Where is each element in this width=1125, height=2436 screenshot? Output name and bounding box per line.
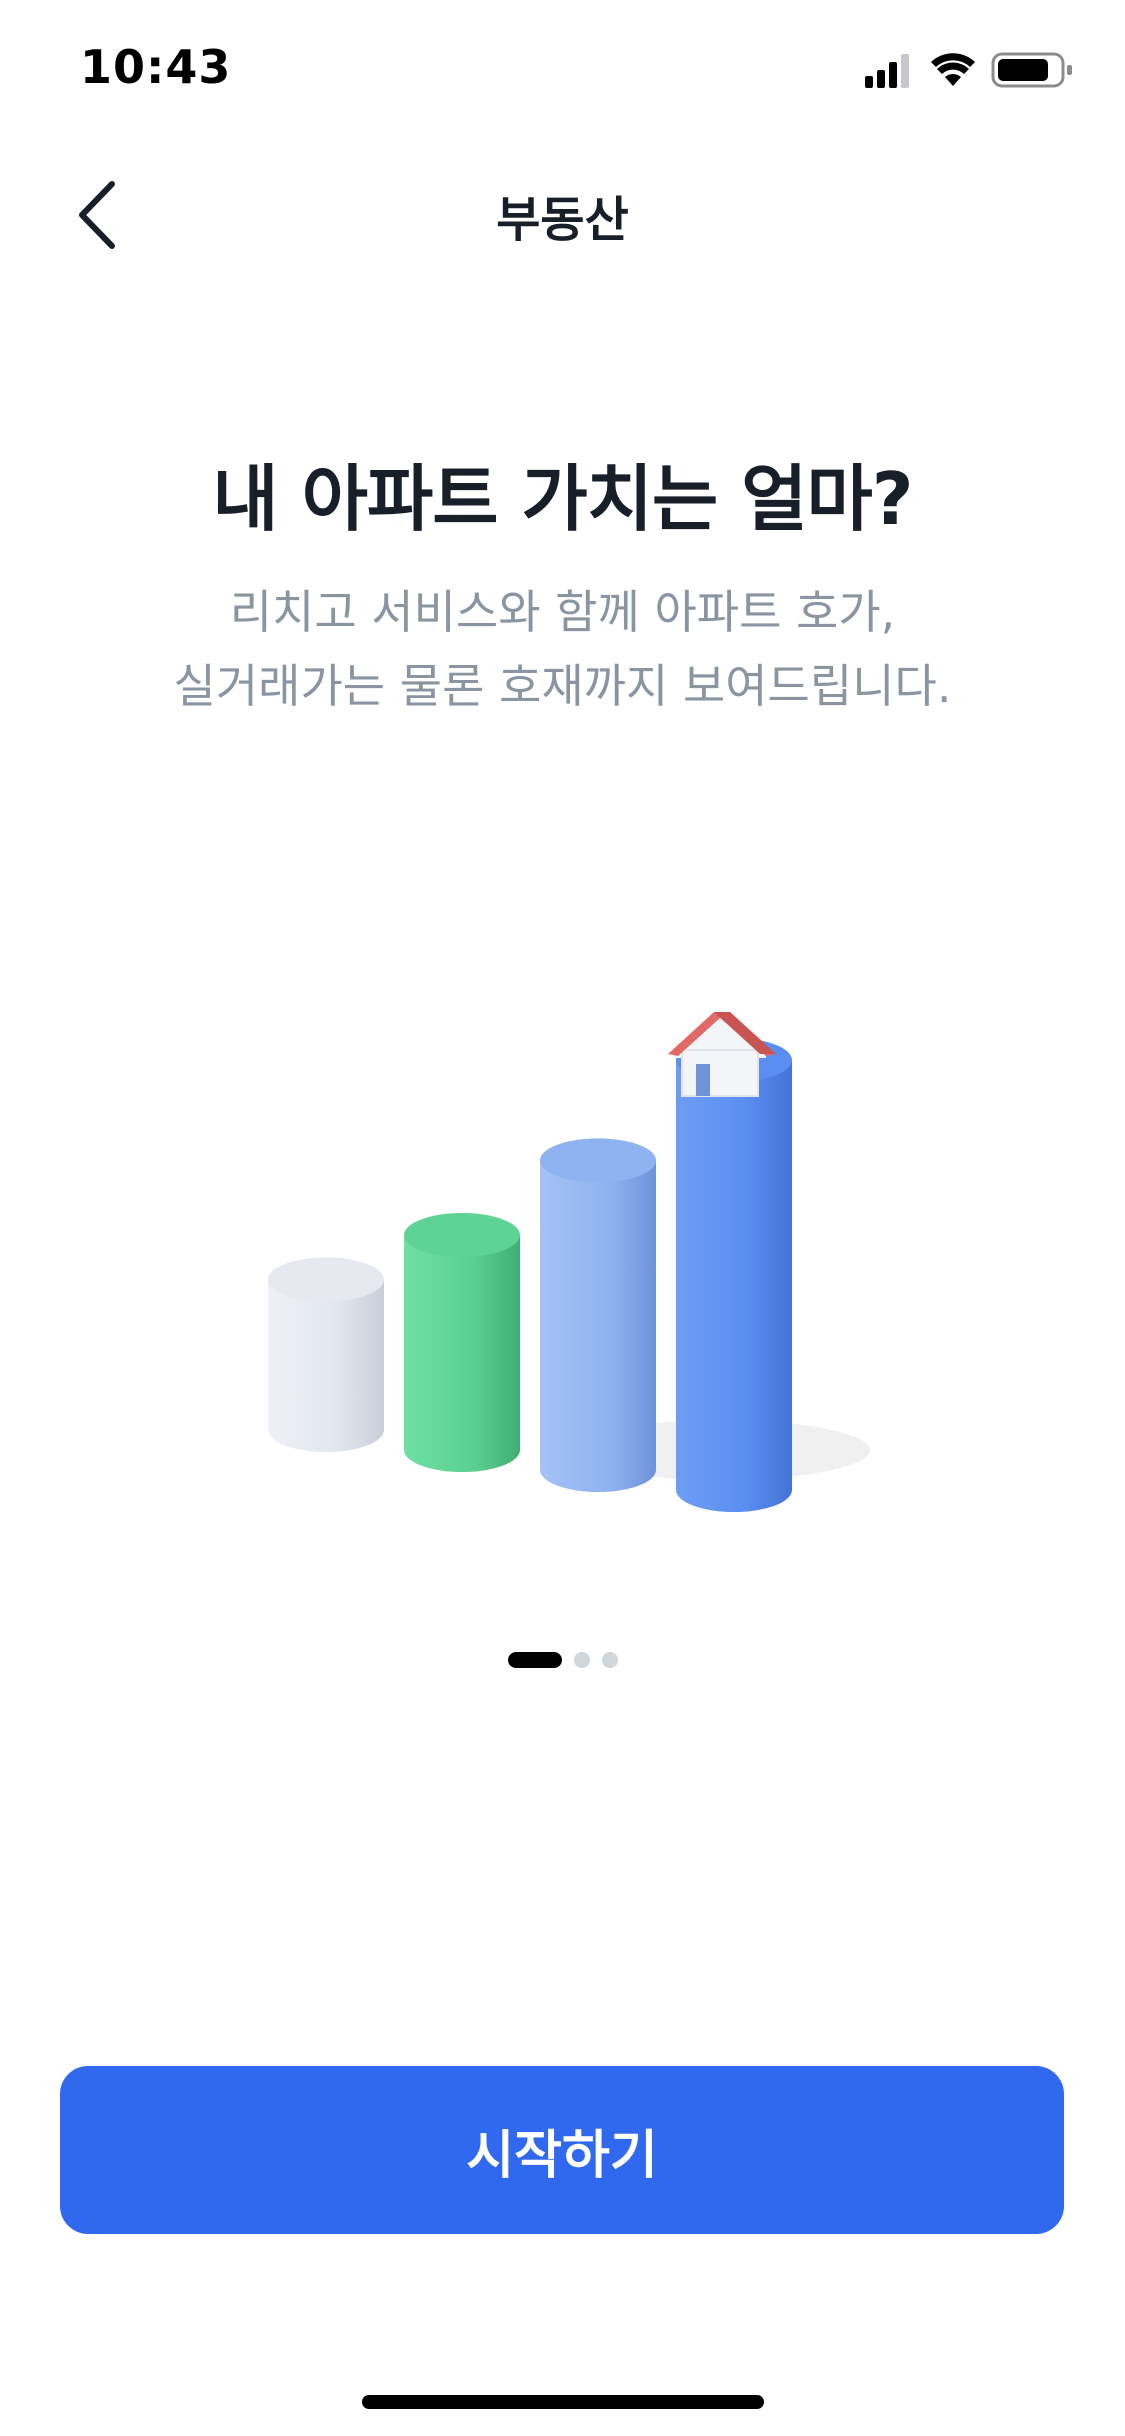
cylinder-bar-2 bbox=[404, 1213, 520, 1472]
wifi-icon bbox=[931, 53, 975, 86]
page-title: 부동산 bbox=[496, 192, 629, 248]
cylinder-bar-3 bbox=[540, 1138, 656, 1492]
page-dot bbox=[573, 1652, 590, 1668]
cylinder-bar-1 bbox=[268, 1257, 384, 1452]
headline: 내 아파트 가치는 얼마? bbox=[212, 457, 913, 541]
cylinder-top-1 bbox=[268, 1257, 384, 1302]
status-bar: 10:43 bbox=[0, 0, 1125, 140]
subtext-line-1: 리치고 서비스와 함께 아파트 호가, bbox=[229, 585, 896, 639]
status-time: 10:43 bbox=[80, 40, 232, 94]
home-indicator[interactable] bbox=[362, 2395, 764, 2409]
bar-chart-illustration bbox=[268, 1012, 870, 1512]
page-dot bbox=[601, 1652, 618, 1668]
page-indicator bbox=[0, 1650, 1125, 1670]
subtext-line-2: 실거래가는 물론 호재까지 보여드립니다. bbox=[173, 659, 952, 713]
cylinder-bar-4 bbox=[676, 1038, 792, 1512]
battery-icon bbox=[991, 52, 1072, 88]
cylinder-top-3 bbox=[540, 1138, 656, 1183]
start-button[interactable]: 시작하기 bbox=[60, 2066, 1064, 2234]
status-icons bbox=[865, 52, 1072, 88]
cylinder-top-2 bbox=[404, 1213, 520, 1257]
page-dot-active bbox=[507, 1652, 562, 1668]
subtext: 리치고 서비스와 함께 아파트 호가, 실거래가는 물론 호재까지 보여드립니다… bbox=[0, 575, 1125, 723]
signal-icon bbox=[865, 54, 909, 88]
nav-bar: 부동산 bbox=[0, 150, 1125, 280]
